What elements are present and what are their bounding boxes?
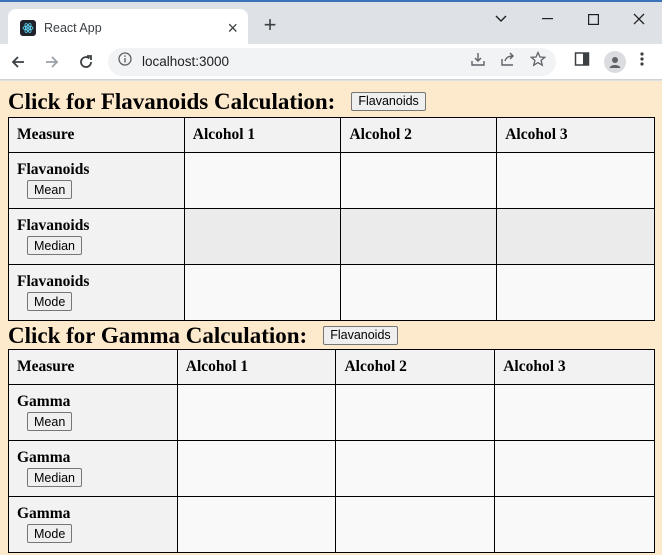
measure-cell: Flavanoids Median	[8, 208, 185, 265]
value-cell	[340, 152, 498, 209]
measure-label: Gamma	[17, 505, 71, 522]
table-header-row: Measure Alcohol 1 Alcohol 2 Alcohol 3	[8, 117, 655, 153]
page-content: Click for Flavanoids Calculation: Flavan…	[0, 81, 662, 555]
column-header: Alcohol 3	[494, 349, 655, 385]
table-row: Gamma Median	[8, 440, 655, 497]
flavanoids-mean-button[interactable]: Mean	[27, 180, 73, 199]
tab-search-icon[interactable]	[478, 6, 524, 32]
minimize-icon[interactable]	[524, 6, 570, 32]
table-row: Flavanoids Mode	[8, 264, 655, 321]
gamma-median-button[interactable]: Median	[27, 468, 82, 487]
gamma-section-header: Click for Gamma Calculation: Flavanoids	[0, 321, 662, 349]
value-cell	[183, 208, 342, 265]
tab-title: React App	[44, 20, 102, 35]
measure-label: Flavanoids	[17, 217, 90, 234]
value-cell	[176, 496, 337, 553]
column-header: Measure	[8, 117, 185, 153]
measure-label: Flavanoids	[17, 161, 90, 178]
value-cell	[183, 152, 342, 209]
measure-cell: Flavanoids Mean	[8, 152, 185, 209]
browser-toolbar: localhost:3000	[0, 44, 662, 80]
url-text: localhost:3000	[142, 54, 230, 69]
value-cell	[335, 384, 496, 441]
measure-cell: Gamma Mean	[8, 384, 178, 441]
close-tab-icon[interactable]: ×	[227, 19, 238, 37]
value-cell	[496, 264, 655, 321]
column-header: Measure	[8, 349, 178, 385]
new-tab-icon[interactable]: +	[258, 14, 282, 38]
measure-label: Flavanoids	[17, 273, 90, 290]
browser-tab[interactable]: React App ×	[8, 9, 248, 46]
install-icon[interactable]	[470, 51, 486, 72]
column-header: Alcohol 1	[176, 349, 337, 385]
measure-cell: Gamma Mode	[8, 496, 178, 553]
side-panel-icon[interactable]	[574, 51, 590, 72]
column-header: Alcohol 2	[335, 349, 496, 385]
column-header: Alcohol 3	[496, 117, 655, 153]
value-cell	[340, 208, 498, 265]
react-icon	[20, 19, 36, 36]
value-cell	[494, 384, 655, 441]
value-cell	[496, 208, 655, 265]
menu-kebab-icon[interactable]	[640, 51, 644, 72]
browser-titlebar: React App × +	[0, 0, 662, 46]
value-cell	[496, 152, 655, 209]
column-header: Alcohol 2	[340, 117, 498, 153]
gamma-calc-button[interactable]: Flavanoids	[323, 325, 398, 345]
back-icon[interactable]	[2, 46, 34, 78]
gamma-table: Measure Alcohol 1 Alcohol 2 Alcohol 3 Ga…	[8, 349, 655, 553]
flavanoids-mode-button[interactable]: Mode	[27, 292, 73, 311]
maximize-icon[interactable]	[570, 6, 616, 32]
flavanoids-heading: Click for Flavanoids Calculation:	[8, 88, 336, 114]
table-row: Gamma Mode	[8, 496, 655, 553]
value-cell	[176, 384, 337, 441]
table-row: Gamma Mean	[8, 384, 655, 441]
value-cell	[340, 264, 498, 321]
measure-label: Gamma	[17, 393, 71, 410]
profile-avatar-icon[interactable]	[604, 50, 626, 73]
flavanoids-table: Measure Alcohol 1 Alcohol 2 Alcohol 3 Fl…	[8, 117, 655, 321]
site-info-icon[interactable]	[118, 52, 132, 71]
value-cell	[335, 440, 496, 497]
flavanoids-median-button[interactable]: Median	[27, 236, 82, 255]
value-cell	[176, 440, 337, 497]
value-cell	[494, 440, 655, 497]
table-row: Flavanoids Median	[8, 208, 655, 265]
share-icon[interactable]	[500, 51, 516, 72]
flavanoids-calc-button[interactable]: Flavanoids	[351, 91, 426, 111]
measure-label: Gamma	[17, 449, 71, 466]
value-cell	[335, 496, 496, 553]
value-cell	[494, 496, 655, 553]
address-bar[interactable]: localhost:3000	[108, 47, 556, 76]
bookmark-star-icon[interactable]	[529, 50, 547, 72]
table-header-row: Measure Alcohol 1 Alcohol 2 Alcohol 3	[8, 349, 655, 385]
column-header: Alcohol 1	[183, 117, 342, 153]
gamma-heading: Click for Gamma Calculation:	[8, 322, 308, 348]
gamma-mode-button[interactable]: Mode	[27, 524, 73, 543]
measure-cell: Gamma Median	[8, 440, 178, 497]
reload-icon[interactable]	[70, 46, 102, 78]
flavanoids-section-header: Click for Flavanoids Calculation: Flavan…	[0, 85, 662, 117]
gamma-mean-button[interactable]: Mean	[27, 412, 73, 431]
forward-icon[interactable]	[36, 46, 68, 78]
value-cell	[183, 264, 342, 321]
close-window-icon[interactable]	[616, 6, 662, 32]
table-row: Flavanoids Mean	[8, 152, 655, 209]
measure-cell: Flavanoids Mode	[8, 264, 185, 321]
